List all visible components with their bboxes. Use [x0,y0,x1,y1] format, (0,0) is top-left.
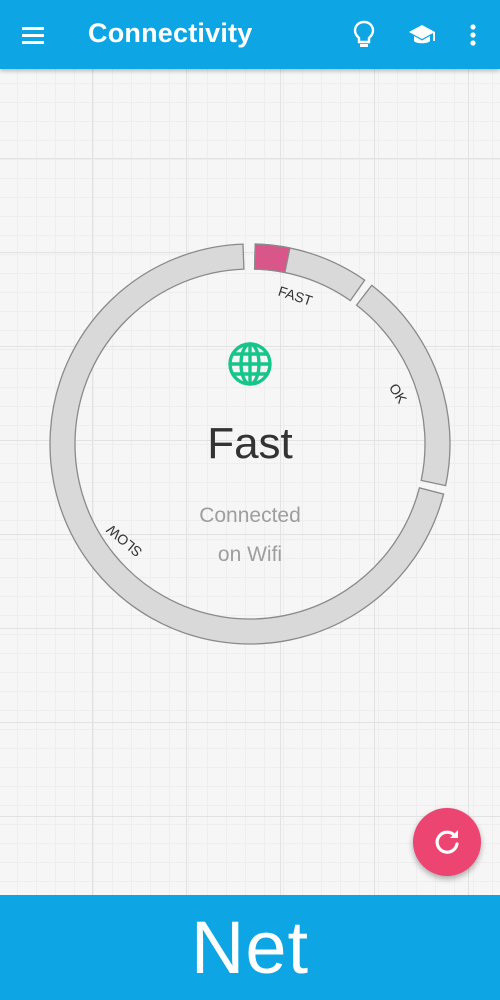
app-bar: Connectivity [0,0,500,69]
connection-line-2: on Wifi [217,543,283,566]
bottom-banner: Net [0,895,500,1000]
lightbulb-icon[interactable] [347,18,381,52]
speed-status: Fast [207,419,293,468]
gauge-label-fast: FAST [276,283,315,309]
banner-text: Net [190,906,310,989]
menu-icon[interactable] [16,20,52,50]
refresh-button[interactable] [413,808,481,876]
main-content: FAST OK SLOW Fast Connected on Wifi [0,69,500,895]
globe-icon [227,341,273,387]
gauge-indicator [253,243,291,274]
refresh-icon [435,830,459,854]
school-icon[interactable] [405,18,439,52]
more-vert-icon[interactable] [456,18,490,52]
app-title: Connectivity [88,18,253,48]
gauge-label-ok: OK [386,380,411,406]
connection-line-1: Connected [199,504,301,527]
speed-gauge: FAST OK SLOW [49,243,451,645]
